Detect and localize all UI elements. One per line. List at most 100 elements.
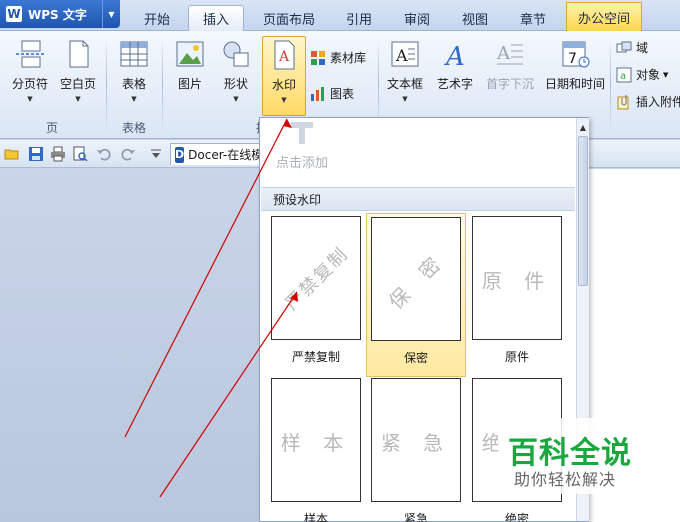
chevron-down-icon: ▼: [663, 70, 669, 79]
open-folder-icon[interactable]: [4, 146, 20, 162]
shape-icon: [223, 41, 249, 67]
scroll-up-icon[interactable]: ▲: [577, 120, 589, 134]
drop-cap-icon: A: [496, 43, 523, 65]
tab-page-layout[interactable]: 页面布局: [256, 5, 322, 31]
svg-text:A: A: [496, 43, 511, 64]
watermark-option-original[interactable]: 原 件 原件: [467, 213, 567, 377]
print-icon[interactable]: [50, 146, 66, 162]
field-button[interactable]: 域: [616, 39, 648, 56]
page-break-button[interactable]: 分页符 ▼: [8, 39, 52, 103]
watermark-thumbnail-text: 原 件: [481, 269, 553, 293]
docer-logo-icon: D: [175, 146, 185, 163]
picture-icon: [176, 41, 204, 67]
watermark-option-sample[interactable]: 样 本 样本: [266, 375, 366, 522]
group-label-table: 表格: [122, 121, 147, 135]
material-library-button[interactable]: 素材库: [310, 49, 366, 66]
chart-label: 图表: [330, 87, 355, 101]
field-label: 域: [636, 41, 649, 55]
undo-icon[interactable]: [96, 146, 112, 162]
art-text-label: 艺术字: [436, 77, 473, 91]
textbox-icon: A: [391, 41, 419, 67]
redo-icon[interactable]: [120, 146, 136, 162]
calendar-icon: 7: [562, 41, 590, 68]
print-preview-icon[interactable]: [72, 146, 88, 162]
watermark-thumbnail-text: 紧 急: [380, 431, 452, 455]
drop-cap-button: A 首字下沉: [482, 39, 538, 92]
svg-text:A: A: [395, 46, 408, 65]
svg-text:A: A: [278, 49, 290, 65]
watermark-button[interactable]: A 水印 ▼: [262, 36, 306, 116]
datetime-label: 日期和时间: [544, 77, 605, 91]
chevron-down-icon: ▼: [75, 95, 81, 103]
scroll-thumb[interactable]: [578, 136, 588, 286]
material-library-icon: [311, 50, 325, 65]
chevron-down-icon: ▼: [233, 95, 239, 103]
shape-label: 形状: [223, 77, 248, 91]
tab-review[interactable]: 审阅: [394, 5, 440, 31]
watermark-thumbnail: 原 件: [472, 216, 562, 340]
datetime-button[interactable]: 7 日期和时间: [542, 39, 608, 92]
watermark-option-label: 保密: [403, 351, 428, 365]
tab-insert[interactable]: 插入: [188, 5, 244, 31]
art-text-button[interactable]: A 艺术字: [432, 39, 478, 92]
watermark-thumbnail: 紧 急: [371, 378, 461, 502]
tab-section[interactable]: 章节: [510, 5, 556, 31]
object-button[interactable]: a 对象 ▼: [616, 66, 668, 83]
save-icon[interactable]: [28, 146, 44, 162]
chart-icon: [311, 86, 324, 101]
watermark-thumbnail: 保 密: [371, 217, 461, 341]
tab-view[interactable]: 视图: [452, 5, 498, 31]
watermark-label: 水印: [271, 78, 296, 92]
tab-references[interactable]: 引用: [336, 5, 382, 31]
table-button[interactable]: 表格 ▼: [112, 39, 156, 103]
chevron-down-icon: ▼: [281, 96, 287, 104]
watermark-thumbnail: 样 本: [271, 378, 361, 502]
chevron-down-icon: ▼: [402, 95, 408, 103]
watermark-thumbnail-text: 严禁复制: [281, 243, 353, 315]
watermark-option-label: 样本: [303, 512, 328, 522]
chevron-down-icon: ▼: [27, 95, 33, 103]
attachment-button[interactable]: 插入附件: [616, 93, 680, 110]
field-icon: [616, 41, 632, 52]
svg-text:A: A: [444, 42, 465, 69]
customize-toolbar-icon[interactable]: [148, 146, 164, 162]
docer-online-template-tab[interactable]: D Docer-在线模板: [170, 143, 266, 165]
watermark-option-no-copy[interactable]: 严禁复制 严禁复制: [266, 213, 366, 377]
watermark-option-urgent[interactable]: 紧 急 紧急: [366, 375, 466, 522]
ribbon-tab-bar: W WPS 文字 ▼ 开始 插入 页面布局 引用 审阅 视图 章节 办公空间: [0, 0, 680, 31]
chevron-down-icon[interactable]: ▼: [102, 0, 120, 28]
table-label: 表格: [121, 77, 146, 91]
watermark-icon: A: [274, 40, 295, 70]
textbox-button[interactable]: A 文本框 ▼: [382, 39, 428, 103]
attachment-icon: [617, 94, 629, 109]
svg-text:a: a: [620, 71, 626, 82]
wps-logo-icon: W: [6, 6, 22, 22]
watermark-option-label: 紧急: [403, 512, 428, 522]
tab-home[interactable]: 开始: [134, 5, 180, 31]
group-separator: [106, 37, 107, 133]
chart-button[interactable]: 图表: [310, 85, 354, 102]
blank-page-icon: [69, 40, 89, 68]
material-library-label: 素材库: [330, 51, 367, 65]
picture-button[interactable]: 图片: [168, 39, 212, 92]
art-text-icon: A: [444, 42, 465, 69]
drop-cap-label: 首字下沉: [485, 77, 534, 91]
blank-page-button[interactable]: 空白页 ▼: [56, 39, 100, 103]
object-label: 对象: [636, 68, 661, 82]
docer-tab-label: Docer-在线模板: [188, 148, 265, 162]
tab-office-space[interactable]: 办公空间: [566, 2, 642, 31]
app-name: WPS 文字: [28, 7, 87, 22]
add-watermark-button[interactable]: 点击添加: [266, 120, 338, 176]
add-watermark-label: 点击添加: [275, 156, 328, 171]
page-break-icon: [16, 40, 44, 68]
blank-page-label: 空白页: [59, 77, 96, 91]
app-menu-button[interactable]: W WPS 文字 ▼: [0, 0, 120, 28]
watermark-option-label: 严禁复制: [291, 350, 340, 364]
add-watermark-icon: [291, 122, 313, 144]
svg-text:7: 7: [568, 51, 577, 67]
preset-watermark-header: 预设水印: [261, 187, 575, 211]
textbox-label: 文本框: [386, 77, 423, 91]
watermark-thumbnail-text: 样 本: [280, 431, 352, 455]
watermark-option-confidential[interactable]: 保 密 保密: [366, 213, 466, 377]
shape-button[interactable]: 形状 ▼: [214, 39, 258, 103]
